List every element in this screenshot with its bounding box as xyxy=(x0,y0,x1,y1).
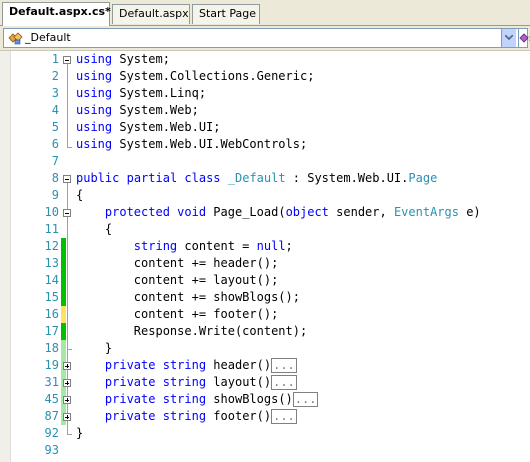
selection-margin[interactable] xyxy=(0,51,11,462)
type-selector-dropdown[interactable]: _Default s xyxy=(3,28,530,48)
line-number: 14 xyxy=(44,273,59,287)
method-icon xyxy=(519,33,529,43)
document-tab-strip: Default.aspx.cs* Default.aspx Start Page xyxy=(0,0,530,26)
code-line[interactable]: } xyxy=(76,340,112,357)
line-number: 9 xyxy=(51,188,59,202)
code-line[interactable]: using System; xyxy=(76,51,170,68)
tab-label: Start Page xyxy=(199,7,256,20)
code-line[interactable]: using System.Web.UI.WebControls; xyxy=(76,136,307,153)
line-number: 10 xyxy=(44,205,59,219)
class-icon xyxy=(8,32,23,45)
tab-start-page[interactable]: Start Page xyxy=(192,4,260,24)
expand-toggle[interactable] xyxy=(63,379,71,387)
code-line[interactable]: using System.Linq; xyxy=(76,85,206,102)
line-number: 8 xyxy=(51,171,59,185)
collapse-toggle[interactable] xyxy=(63,209,71,217)
line-number: 12 xyxy=(44,239,59,253)
tab-label: Default.aspx.cs* xyxy=(9,5,111,18)
line-number: 6 xyxy=(51,137,59,151)
line-number: 45 xyxy=(44,392,59,406)
change-bar-saved xyxy=(61,323,66,340)
code-line[interactable]: private string showBlogs()... xyxy=(76,391,319,408)
code-line[interactable]: string content = null; xyxy=(76,238,293,255)
code-line[interactable]: private string layout()... xyxy=(76,374,297,391)
code-line[interactable]: } xyxy=(76,425,83,442)
line-number: 1 xyxy=(51,52,59,66)
tab-label: Default.aspx xyxy=(119,7,189,20)
collapsed-region-marker[interactable]: ... xyxy=(292,392,319,407)
line-number: 93 xyxy=(44,443,59,457)
code-line[interactable]: content += header(); xyxy=(76,255,279,272)
code-line[interactable]: content += showBlogs(); xyxy=(76,289,300,306)
outline-guide xyxy=(67,64,68,148)
line-number: 13 xyxy=(44,256,59,270)
code-line[interactable]: public partial class _Default : System.W… xyxy=(76,170,437,187)
code-line[interactable]: using System.Web.UI; xyxy=(76,119,221,136)
expand-toggle[interactable] xyxy=(63,362,71,370)
code-line[interactable]: { xyxy=(76,187,83,204)
line-number: 2 xyxy=(51,69,59,83)
expand-toggle[interactable] xyxy=(63,396,71,404)
code-line[interactable]: content += layout(); xyxy=(76,272,279,289)
code-line[interactable]: Response.Write(content); xyxy=(76,323,307,340)
line-number: 87 xyxy=(44,409,59,423)
code-line[interactable]: content += footer(); xyxy=(76,306,279,323)
collapsed-region-marker[interactable]: ... xyxy=(271,358,297,373)
code-line[interactable]: private string footer()... xyxy=(76,408,297,425)
line-number: 18 xyxy=(44,341,59,355)
change-bar-unsaved xyxy=(61,306,66,323)
line-number: 19 xyxy=(44,358,59,372)
tab-default-aspx[interactable]: Default.aspx xyxy=(112,4,190,24)
type-selector-dropdown-button[interactable] xyxy=(501,29,516,47)
collapse-toggle[interactable] xyxy=(63,56,71,64)
collapse-toggle[interactable] xyxy=(63,175,71,183)
chevron-down-icon xyxy=(505,35,513,40)
line-number: 17 xyxy=(44,324,59,338)
code-line[interactable]: private string header()... xyxy=(76,357,297,374)
code-line[interactable]: using System.Web; xyxy=(76,102,199,119)
line-number: 92 xyxy=(44,426,59,440)
type-selector-value: _Default xyxy=(25,31,71,44)
line-number: 31 xyxy=(44,375,59,389)
change-bar-saved xyxy=(61,238,66,306)
line-number: 16 xyxy=(44,307,59,321)
line-number: 7 xyxy=(51,154,59,168)
collapsed-region-marker[interactable]: ... xyxy=(271,375,297,390)
member-selector-dropdown[interactable]: s xyxy=(518,29,530,47)
code-editor[interactable]: 1 2 3 4 5 6 7 8 9 10 11 12 13 14 15 16 1… xyxy=(0,51,530,462)
line-number: 15 xyxy=(44,290,59,304)
line-number: 5 xyxy=(51,120,59,134)
line-number: 11 xyxy=(44,222,59,236)
collapsed-region-marker[interactable]: ... xyxy=(271,409,297,424)
expand-toggle[interactable] xyxy=(63,413,71,421)
code-line[interactable]: protected void Page_Load(object sender, … xyxy=(76,204,481,221)
outline-guide xyxy=(67,349,72,350)
line-number: 4 xyxy=(51,103,59,117)
tab-default-aspx-cs[interactable]: Default.aspx.cs* xyxy=(2,2,111,26)
navigation-bar: _Default s xyxy=(0,26,530,51)
code-line[interactable]: { xyxy=(76,221,112,238)
code-line[interactable]: using System.Collections.Generic; xyxy=(76,68,314,85)
line-number: 3 xyxy=(51,86,59,100)
outline-guide xyxy=(67,147,72,148)
outline-guide xyxy=(67,434,72,435)
type-selector-field[interactable]: _Default xyxy=(4,29,501,47)
